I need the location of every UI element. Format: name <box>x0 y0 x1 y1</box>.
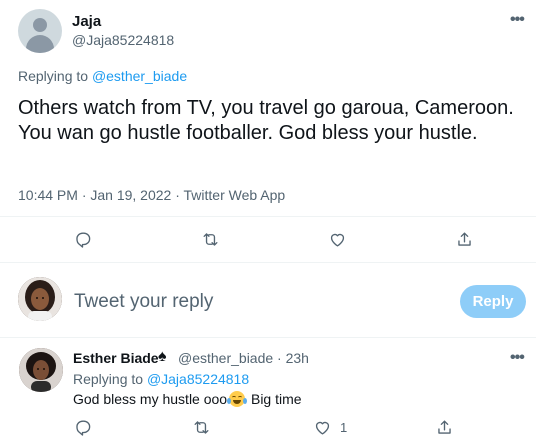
author-display-name[interactable]: Jaja <box>72 13 101 30</box>
replying-to-handle-link[interactable]: @Jaja85224818 <box>147 371 249 387</box>
reply-button[interactable]: Reply <box>460 285 526 318</box>
reply-text-part: God bless my hustle ooo <box>73 391 228 407</box>
replying-to-handle-link[interactable]: @esther_biade <box>92 68 187 84</box>
divider <box>0 262 536 263</box>
reply-author-avatar[interactable] <box>19 348 63 392</box>
more-icon[interactable]: ••• <box>510 11 525 29</box>
reply-tweet-text: God bless my hustle ooo Big time <box>73 391 302 407</box>
divider <box>0 337 536 338</box>
reply-text-part: Big time <box>247 391 302 407</box>
reply-author-handle-time[interactable]: @esther_biade · 23h <box>178 350 309 366</box>
replying-to-prefix: Replying to <box>73 371 144 387</box>
reply-icon[interactable] <box>70 227 94 251</box>
author-avatar[interactable] <box>18 9 62 53</box>
default-avatar-head <box>33 18 47 32</box>
retweet-icon[interactable] <box>189 415 213 439</box>
tears-of-joy-emoji-icon <box>227 391 248 407</box>
default-avatar-body <box>26 35 54 53</box>
more-icon[interactable]: ••• <box>510 349 525 367</box>
replying-to-prefix: Replying to <box>18 68 89 84</box>
spade-icon: ♠ <box>158 348 167 365</box>
author-handle[interactable]: @Jaja85224818 <box>72 32 174 48</box>
reply-author-display-name[interactable]: Esther Biade <box>73 350 159 366</box>
share-icon[interactable] <box>452 227 476 251</box>
like-count: 1 <box>340 420 348 435</box>
reply-input[interactable]: Tweet your reply <box>74 291 213 313</box>
reply-replying-to: Replying to @Jaja85224818 <box>73 371 249 387</box>
like-icon[interactable] <box>310 415 334 439</box>
like-icon[interactable] <box>325 227 349 251</box>
divider <box>0 216 536 217</box>
current-user-avatar[interactable] <box>18 277 62 321</box>
share-icon[interactable] <box>432 415 456 439</box>
replying-to: Replying to @esther_biade <box>18 68 187 84</box>
retweet-icon[interactable] <box>198 227 222 251</box>
reply-icon[interactable] <box>70 415 94 439</box>
tweet-timestamp[interactable]: 10:44 PM · Jan 19, 2022 · Twitter Web Ap… <box>18 187 285 203</box>
tweet-text: Others watch from TV, you travel go garo… <box>18 97 514 144</box>
